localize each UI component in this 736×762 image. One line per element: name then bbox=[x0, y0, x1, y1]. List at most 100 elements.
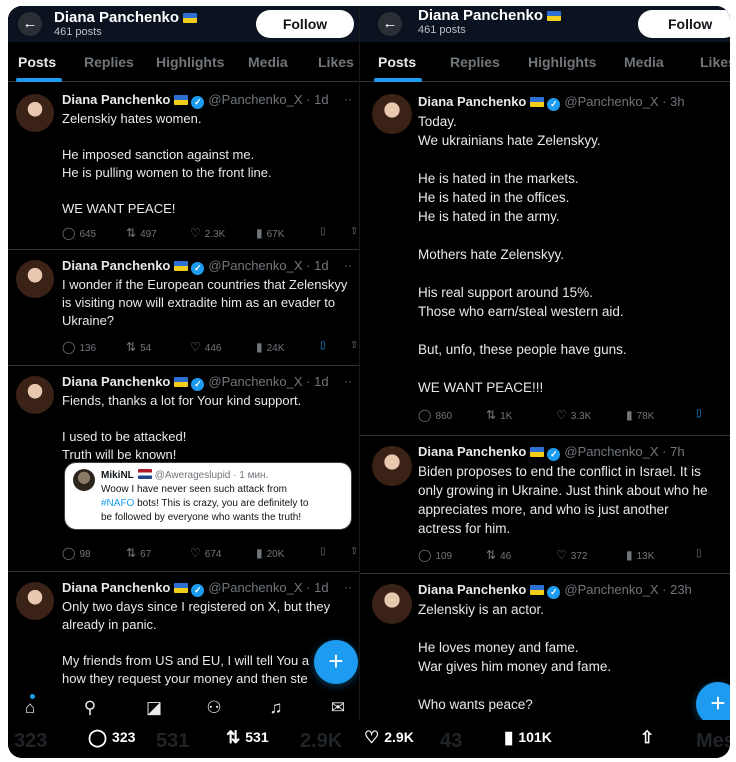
tweet-actions: ◯ 860 ⇅ 1K ♡ 3.3K ▮ 78K ▯ bbox=[418, 408, 728, 424]
author-name[interactable]: Diana Panchenko bbox=[62, 374, 170, 389]
quoted-tweet[interactable]: MikiNL @Awerageslupid · 1 мин. Woow I hav… bbox=[64, 462, 352, 530]
author-handle[interactable]: @Panchenko_X bbox=[208, 92, 302, 107]
more-icon[interactable]: ·· bbox=[344, 258, 352, 272]
share-icon[interactable]: ⇧ bbox=[350, 340, 358, 351]
reply-button[interactable]: ◯ 860 bbox=[418, 408, 452, 422]
like-stat[interactable]: ♡ 2.9K bbox=[364, 728, 414, 748]
author-handle[interactable]: @Panchenko_X bbox=[564, 444, 658, 459]
like-button[interactable]: ♡ 3.3K bbox=[556, 408, 591, 422]
notifications-bell-icon[interactable]: ♫ bbox=[264, 696, 288, 720]
more-icon[interactable]: ·· bbox=[344, 92, 352, 106]
views-stat[interactable]: ▮ 101K bbox=[504, 728, 552, 748]
tab-media[interactable]: Media bbox=[624, 54, 664, 70]
author-handle[interactable]: @Panchenko_X bbox=[208, 374, 302, 389]
bookmark-icon[interactable]: ▯ bbox=[696, 408, 702, 419]
share-icon[interactable]: ⇧ bbox=[350, 226, 358, 237]
avatar[interactable] bbox=[16, 260, 54, 298]
like-button[interactable]: ♡ 2.3K bbox=[190, 226, 225, 240]
repost-stat[interactable]: ⇅ 531 bbox=[226, 728, 269, 748]
author-name[interactable]: Diana Panchenko bbox=[62, 258, 170, 273]
views-button[interactable]: ▮ 24K bbox=[256, 340, 284, 354]
repost-button[interactable]: ⇅ 54 bbox=[126, 340, 151, 354]
repost-icon: ⇅ bbox=[486, 548, 497, 562]
compose-post-button[interactable]: + bbox=[314, 640, 358, 684]
tab-likes[interactable]: Likes bbox=[700, 54, 730, 70]
avatar[interactable] bbox=[372, 446, 412, 486]
tab-likes[interactable]: Likes bbox=[318, 54, 354, 70]
views-icon: ▮ bbox=[626, 408, 633, 422]
tab-replies[interactable]: Replies bbox=[450, 54, 500, 70]
reply-icon: ◯ bbox=[418, 548, 432, 562]
hashtag-link[interactable]: #NAFO bbox=[101, 498, 134, 509]
like-button[interactable]: ♡ 372 bbox=[556, 548, 587, 562]
repost-button[interactable]: ⇅ 497 bbox=[126, 226, 157, 240]
author-name[interactable]: Diana Panchenko bbox=[62, 580, 170, 595]
tab-highlights[interactable]: Highlights bbox=[156, 54, 224, 70]
author-handle[interactable]: @Panchenko_X bbox=[564, 582, 658, 597]
avatar[interactable] bbox=[372, 94, 412, 134]
reply-button[interactable]: ◯ 136 bbox=[62, 340, 96, 354]
tweet[interactable]: Diana Panchenko ✓ @Panchenko_X · 1d ·· Fie… bbox=[8, 366, 360, 572]
tab-media[interactable]: Media bbox=[248, 54, 288, 70]
grok-icon[interactable]: ◪ bbox=[142, 696, 166, 720]
reply-stat[interactable]: ◯ 323 bbox=[88, 728, 135, 748]
messages-icon[interactable]: ✉ bbox=[326, 696, 350, 720]
reply-button[interactable]: ◯ 645 bbox=[62, 226, 96, 240]
tweet[interactable]: Diana Panchenko ✓ @Panchenko_X · 3h Today.… bbox=[360, 82, 730, 436]
bookmark-icon[interactable]: ▯ bbox=[320, 546, 326, 557]
views-button[interactable]: ▮ 78K bbox=[626, 408, 654, 422]
tweet-header: Diana Panchenko ✓ @Panchenko_X · 23h bbox=[418, 582, 692, 599]
author-name[interactable]: Diana Panchenko bbox=[418, 444, 526, 459]
tab-replies[interactable]: Replies bbox=[84, 54, 134, 70]
author-name[interactable]: Diana Panchenko bbox=[418, 582, 526, 597]
tweet[interactable]: Diana Panchenko ✓ @Panchenko_X · 23h Zelen… bbox=[360, 574, 730, 720]
more-icon[interactable]: ·· bbox=[344, 374, 352, 388]
ukraine-flag-icon bbox=[547, 11, 562, 21]
follow-button[interactable]: Follow bbox=[256, 10, 354, 38]
author-name[interactable]: Diana Panchenko bbox=[418, 94, 526, 109]
more-icon[interactable]: ·· bbox=[344, 580, 352, 594]
reply-button[interactable]: ◯ 109 bbox=[418, 548, 452, 562]
quoted-handle: @Awerageslupid · 1 мин. bbox=[154, 470, 269, 481]
share-icon[interactable]: ⇧ bbox=[350, 546, 358, 557]
tab-posts[interactable]: Posts bbox=[378, 54, 416, 70]
ukraine-flag-icon bbox=[174, 583, 189, 593]
views-icon: ▮ bbox=[626, 548, 633, 562]
like-button[interactable]: ♡ 446 bbox=[190, 340, 221, 354]
reply-button[interactable]: ◯ 98 bbox=[62, 546, 91, 560]
bookmark-icon[interactable]: ▯ bbox=[320, 226, 326, 237]
bookmark-icon[interactable]: ▯ bbox=[320, 340, 326, 351]
post-count: 461 posts bbox=[418, 24, 466, 36]
back-arrow-icon[interactable]: ← bbox=[18, 12, 42, 36]
avatar[interactable] bbox=[16, 94, 54, 132]
avatar[interactable] bbox=[16, 582, 54, 620]
back-arrow-icon[interactable]: ← bbox=[378, 12, 402, 36]
repost-button[interactable]: ⇅ 46 bbox=[486, 548, 511, 562]
views-button[interactable]: ▮ 13K bbox=[626, 548, 654, 562]
avatar[interactable] bbox=[372, 584, 412, 624]
search-icon[interactable]: ⚲ bbox=[78, 696, 102, 720]
views-icon: ▮ bbox=[256, 226, 263, 240]
follow-button[interactable]: Follow bbox=[638, 10, 730, 38]
tweet[interactable]: Diana Panchenko ✓ @Panchenko_X · 7h Biden … bbox=[360, 436, 730, 574]
tweet[interactable]: Diana Panchenko ✓ @Panchenko_X · 1d ·· Onl… bbox=[8, 572, 360, 702]
communities-icon[interactable]: ⚇ bbox=[202, 696, 226, 720]
repost-button[interactable]: ⇅ 1K bbox=[486, 408, 512, 422]
views-button[interactable]: ▮ 67K bbox=[256, 226, 284, 240]
author-handle[interactable]: @Panchenko_X bbox=[208, 258, 302, 273]
tweet[interactable]: Diana Panchenko ✓ @Panchenko_X · 1d ·· I w… bbox=[8, 250, 360, 366]
repost-button[interactable]: ⇅ 67 bbox=[126, 546, 151, 560]
share-icon[interactable]: ⇧ bbox=[640, 728, 659, 748]
home-icon[interactable]: ⌂ bbox=[18, 696, 42, 720]
like-button[interactable]: ♡ 674 bbox=[190, 546, 221, 560]
author-handle[interactable]: @Panchenko_X bbox=[564, 94, 658, 109]
tab-posts[interactable]: Posts bbox=[18, 54, 56, 70]
verified-badge-icon: ✓ bbox=[547, 98, 561, 111]
avatar[interactable] bbox=[16, 376, 54, 414]
views-button[interactable]: ▮ 20K bbox=[256, 546, 284, 560]
author-handle[interactable]: @Panchenko_X bbox=[208, 580, 302, 595]
bookmark-icon[interactable]: ▯ bbox=[696, 548, 702, 559]
tab-highlights[interactable]: Highlights bbox=[528, 54, 596, 70]
tweet[interactable]: Diana Panchenko ✓ @Panchenko_X · 1d ·· Zel… bbox=[8, 82, 360, 250]
author-name[interactable]: Diana Panchenko bbox=[62, 92, 170, 107]
